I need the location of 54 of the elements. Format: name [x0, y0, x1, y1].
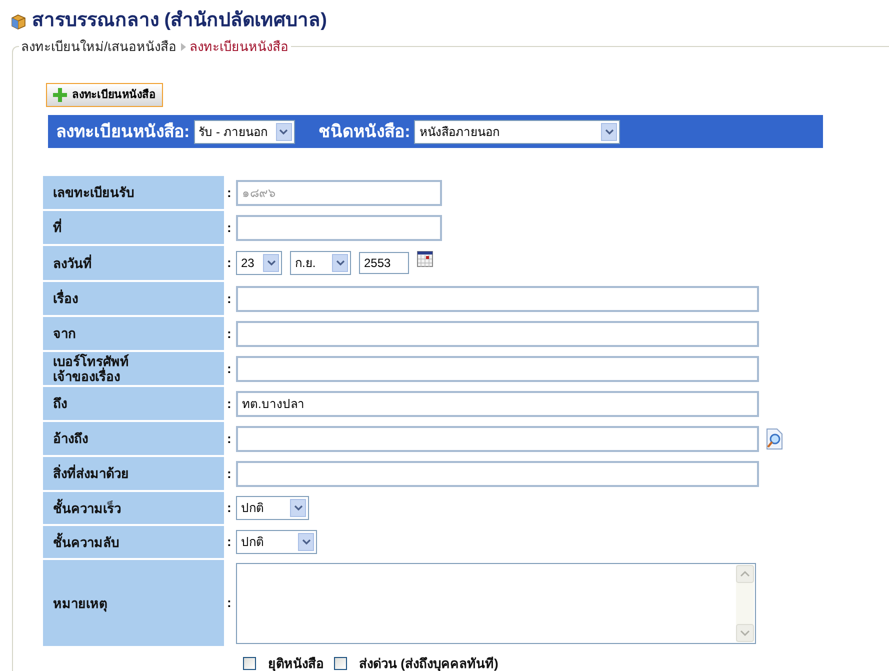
breadcrumb-link[interactable]: ลงทะเบียนใหม่/เสนอหนังสือ [21, 37, 177, 56]
field-label: ลงวันที่ [43, 246, 224, 280]
register-type-select[interactable]: รับ - ภายนอก [194, 120, 295, 144]
colon: : [227, 594, 232, 612]
text-field[interactable] [236, 320, 759, 346]
priority-select[interactable]: ปกติ [236, 496, 309, 520]
colon: : [227, 290, 232, 308]
colon: : [227, 254, 232, 272]
field-label: อ้างถึง [43, 422, 224, 455]
year-field[interactable]: 2553 [359, 252, 409, 274]
field-label: เรื่อง [43, 282, 224, 315]
field-label: ถึง [43, 387, 224, 420]
document-type-select[interactable]: หนังสือภายนอก [414, 120, 620, 144]
colon: : [227, 394, 232, 413]
document-type-label: ชนิดหนังสือ: [318, 120, 410, 143]
box-icon [11, 14, 26, 30]
field-label: จาก [43, 317, 224, 350]
field-label: ชั้นความเร็ว [43, 492, 224, 524]
text-field[interactable] [236, 356, 759, 382]
checkbox[interactable] [334, 657, 347, 670]
text-field[interactable] [236, 426, 759, 452]
colon: : [227, 464, 232, 483]
page-title: สารบรรณกลาง (สำนักปลัดเทศบาล) [32, 9, 327, 34]
plus-icon [53, 88, 67, 102]
colon: : [227, 430, 232, 448]
scroll-down-icon[interactable] [736, 624, 754, 642]
text-field[interactable]: ทต.บางปลา [236, 390, 759, 416]
field-label: เลขทะเบียนรับ [43, 176, 224, 209]
breadcrumb-link[interactable]: ลงทะเบียนหนังสือ [190, 37, 289, 56]
colon: : [227, 218, 232, 237]
day-select[interactable]: 23 [236, 251, 282, 275]
text-field[interactable] [236, 460, 759, 486]
colon: : [227, 360, 232, 378]
register-type-label: ลงทะเบียนหนังสือ: [56, 120, 190, 143]
colon: : [227, 184, 232, 202]
text-field[interactable] [236, 214, 442, 240]
priority-select[interactable]: ปกติ [236, 530, 317, 554]
notes-textarea[interactable] [236, 562, 756, 644]
month-select[interactable]: ก.ย. [290, 251, 351, 275]
field-label: ที่ [43, 211, 224, 244]
field-label: สิ่งที่ส่งมาด้วย [43, 457, 224, 490]
colon: : [227, 499, 232, 518]
calendar-icon[interactable] [417, 251, 433, 267]
magnifier-document-icon[interactable] [765, 428, 783, 450]
checkbox[interactable] [243, 657, 256, 670]
colon: : [227, 324, 232, 343]
chevron-right-icon [180, 42, 186, 51]
scroll-up-icon[interactable] [736, 564, 754, 582]
field-label: หมายเหตุ [43, 560, 224, 646]
field-label: ชั้นความลับ [43, 526, 224, 558]
colon: : [227, 533, 232, 552]
field-label: เบอร์โทรศัพท์ เจ้าของเรื่อง [43, 352, 224, 385]
register-button[interactable]: ลงทะเบียนหนังสือ [46, 83, 163, 107]
text-field[interactable] [236, 286, 759, 312]
